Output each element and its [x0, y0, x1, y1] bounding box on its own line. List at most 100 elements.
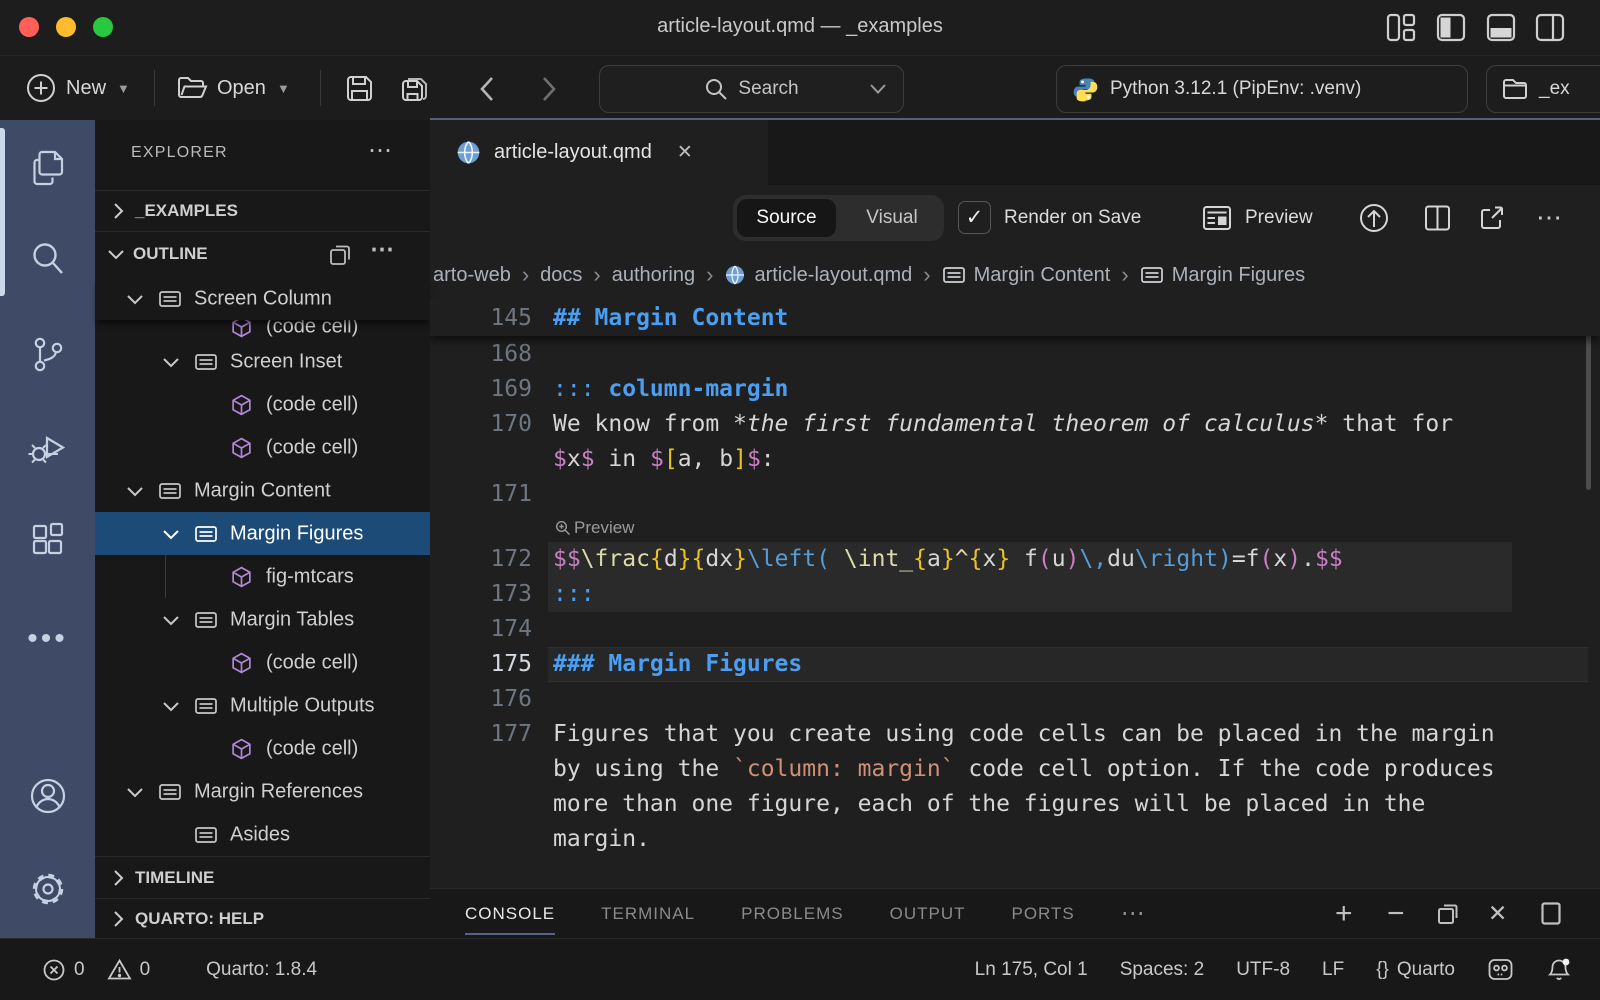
sidebar-item-run-debug[interactable] — [0, 428, 95, 468]
sticky-code-line[interactable]: 145## Margin Content — [430, 300, 1600, 336]
code-line-176[interactable]: 176 — [430, 682, 1600, 717]
outline-item-code-cell[interactable]: (code cell) — [95, 727, 430, 770]
code-line-172[interactable]: 172$$\frac{d}{dx}\left( \int_{a}^{x} f(u… — [430, 542, 1600, 577]
code-line-173[interactable]: 173::: — [430, 577, 1600, 612]
section-outline[interactable]: OUTLINE ⋯ — [95, 233, 430, 275]
outline-item-screen-column[interactable]: Screen Column — [95, 277, 430, 320]
indentation-status[interactable]: Spaces: 2 — [1120, 959, 1205, 981]
chevron-down-icon[interactable] — [160, 523, 182, 545]
split-editor-icon[interactable] — [1424, 204, 1451, 231]
publish-icon[interactable] — [1358, 202, 1390, 234]
preview-icon[interactable] — [1202, 204, 1232, 232]
open-in-new-window-icon[interactable] — [1478, 204, 1506, 232]
notifications-bell-icon[interactable] — [1546, 957, 1572, 983]
toggle-left-sidebar-icon[interactable] — [1436, 13, 1466, 42]
toggle-right-sidebar-icon[interactable] — [1535, 13, 1565, 42]
interpreter-selector[interactable]: Python 3.12.1 (PipEnv: .venv) — [1056, 65, 1468, 113]
code-editor[interactable]: 145## Margin Content 168169::: column-ma… — [430, 300, 1600, 888]
problems-status[interactable]: 0 0 — [42, 958, 150, 982]
section-examples[interactable]: _EXAMPLES — [95, 190, 430, 232]
section-quarto-help[interactable]: QUARTO: HELP — [95, 898, 430, 938]
mode-visual-button[interactable]: Visual — [840, 195, 944, 241]
outline-item-code-cell[interactable]: (code cell) — [95, 641, 430, 684]
panel-more-tabs-icon[interactable]: ⋯ — [1121, 889, 1146, 938]
outline-item-code-cell[interactable]: (code cell) — [95, 320, 430, 340]
search-input[interactable]: Search — [599, 65, 904, 113]
code-line-wrap[interactable]: $x$ in $[a, b]$: — [430, 442, 1600, 477]
feedback-icon[interactable] — [1487, 957, 1514, 982]
navigate-forward-button[interactable] — [540, 75, 558, 103]
save-button[interactable] — [344, 73, 375, 104]
chevron-down-icon[interactable] — [160, 609, 182, 631]
code-line-169[interactable]: 169::: column-margin — [430, 372, 1600, 407]
math-preview-button[interactable]: Preview — [555, 518, 634, 538]
outline-item-fig-mtcars[interactable]: fig-mtcars — [95, 555, 430, 598]
outline-item-margin-content[interactable]: Margin Content — [95, 469, 430, 512]
sidebar-item-search[interactable] — [0, 240, 95, 278]
eol-status[interactable]: LF — [1322, 959, 1344, 981]
panel-maximize-icon[interactable] — [1540, 889, 1562, 938]
more-views-icon[interactable]: ••• — [0, 622, 95, 656]
outline-item-multiple-outputs[interactable]: Multiple Outputs — [95, 684, 430, 727]
breadcrumb-item-arto-web[interactable]: arto-web — [433, 264, 511, 287]
chevron-down-icon[interactable] — [124, 781, 146, 803]
panel-new-console-button[interactable]: + — [1335, 889, 1353, 938]
outline-item-margin-figures[interactable]: Margin Figures — [95, 512, 430, 555]
panel-tab-output[interactable]: OUTPUT — [890, 889, 966, 938]
project-selector[interactable]: _ex — [1486, 65, 1600, 113]
panel-tab-problems[interactable]: PROBLEMS — [741, 889, 843, 938]
code-line-175[interactable]: 175### Margin Figures — [430, 647, 1600, 682]
panel-restore-icon[interactable] — [1436, 889, 1460, 938]
chevron-down-icon[interactable] — [124, 288, 146, 310]
quarto-version-status[interactable]: Quarto: 1.8.4 — [206, 959, 317, 981]
breadcrumb-item-margin-content[interactable]: Margin Content — [942, 264, 1111, 287]
outline-item-margin-tables[interactable]: Margin Tables — [95, 598, 430, 641]
panel-tab-console[interactable]: CONSOLE — [465, 889, 555, 938]
tab-article-layout-qmd[interactable]: article-layout.qmd ✕ — [430, 120, 768, 185]
sidebar-item-source-control[interactable] — [0, 335, 95, 375]
encoding-status[interactable]: UTF-8 — [1236, 959, 1290, 981]
editor-more-actions-icon[interactable]: ⋯ — [1536, 185, 1562, 250]
panel-close-icon[interactable]: ✕ — [1488, 889, 1507, 938]
section-timeline[interactable]: TIMELINE — [95, 856, 430, 898]
panel-tab-ports[interactable]: PORTS — [1011, 889, 1074, 938]
render-on-save-checkbox[interactable]: ✓ — [958, 201, 991, 234]
code-line-wrap[interactable]: by using the `column: margin` code cell … — [430, 752, 1600, 787]
sidebar-item-explorer[interactable] — [0, 148, 95, 188]
new-button[interactable]: New ▼ — [25, 56, 130, 120]
sidebar-item-extensions[interactable] — [0, 522, 95, 560]
code-line-177[interactable]: 177Figures that you create using code ce… — [430, 717, 1600, 752]
open-button[interactable]: Open ▼ — [176, 56, 290, 120]
code-line-168[interactable]: 168 — [430, 337, 1600, 372]
explorer-more-icon[interactable]: ⋯ — [368, 146, 392, 156]
outline-item-margin-references[interactable]: Margin References — [95, 770, 430, 813]
collapse-all-icon[interactable] — [328, 243, 352, 267]
navigate-back-button[interactable] — [478, 75, 496, 103]
settings-gear-icon[interactable] — [0, 868, 95, 910]
breadcrumb-item-margin-figures[interactable]: Margin Figures — [1140, 264, 1305, 287]
outline-item-code-cell[interactable]: (code cell) — [95, 383, 430, 426]
code-line-171[interactable]: 171 — [430, 477, 1600, 512]
panel-minimize-button[interactable]: − — [1387, 889, 1405, 938]
outline-more-icon[interactable]: ⋯ — [370, 245, 394, 255]
breadcrumb-item-authoring[interactable]: authoring — [612, 264, 695, 287]
save-all-button[interactable] — [398, 73, 431, 104]
chevron-down-icon[interactable] — [124, 480, 146, 502]
chevron-down-icon[interactable] — [160, 695, 182, 717]
cursor-position-status[interactable]: Ln 175, Col 1 — [975, 959, 1088, 981]
chevron-down-icon[interactable] — [160, 351, 182, 373]
customize-layout-icon[interactable] — [1386, 13, 1416, 42]
mode-source-button[interactable]: Source — [737, 199, 836, 237]
panel-tab-terminal[interactable]: TERMINAL — [601, 889, 695, 938]
outline-item-asides[interactable]: Asides — [95, 813, 430, 856]
account-icon[interactable] — [0, 775, 95, 817]
code-line-wrap[interactable]: margin. — [430, 822, 1600, 857]
breadcrumb-item-article-layout-qmd[interactable]: article-layout.qmd — [724, 264, 912, 287]
outline-item-code-cell[interactable]: (code cell) — [95, 426, 430, 469]
code-line-170[interactable]: 170We know from *the first fundamental t… — [430, 407, 1600, 442]
outline-item-screen-inset[interactable]: Screen Inset — [95, 340, 430, 383]
code-line-174[interactable]: 174 — [430, 612, 1600, 647]
toggle-bottom-panel-icon[interactable] — [1486, 13, 1516, 42]
tab-close-icon[interactable]: ✕ — [677, 141, 693, 164]
preview-button-label[interactable]: Preview — [1245, 185, 1313, 250]
